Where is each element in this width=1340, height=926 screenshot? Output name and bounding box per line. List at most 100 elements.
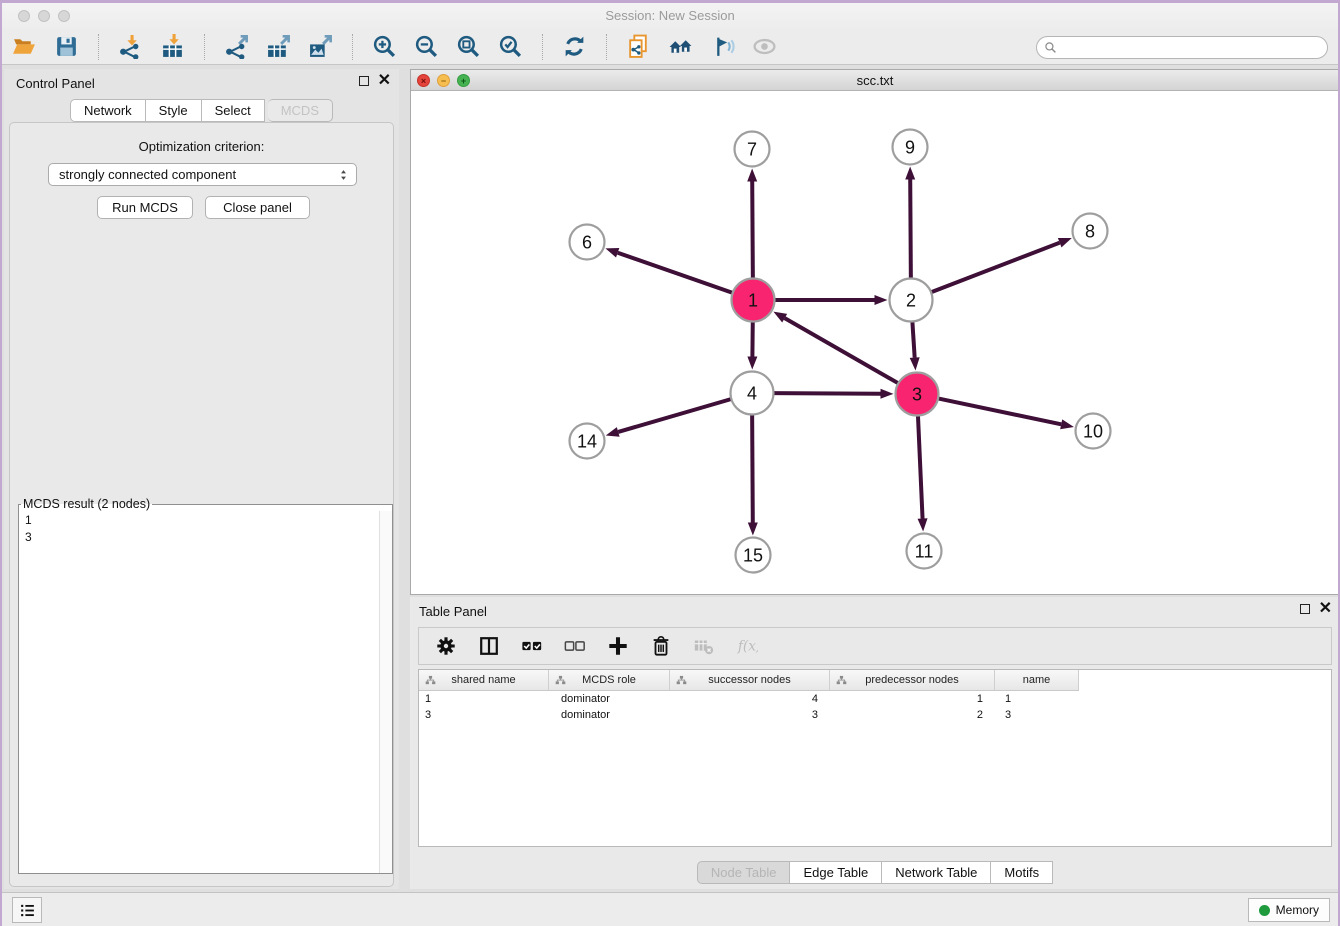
arrowhead-2-8 (1058, 238, 1072, 247)
tab-edge-table[interactable]: Edge Table (790, 861, 882, 884)
cell[interactable]: 3 (419, 707, 549, 723)
zoom-fit-icon[interactable] (454, 32, 483, 61)
save-icon[interactable] (52, 32, 81, 61)
edge-4-14[interactable] (618, 399, 731, 432)
edge-1-6[interactable] (618, 253, 733, 293)
arrowhead-2-3 (910, 357, 920, 370)
task-history-button[interactable] (12, 897, 42, 923)
cell[interactable]: 3 (670, 707, 830, 723)
edge-3-11[interactable] (918, 415, 923, 518)
window-titlebar: Session: New Session (2, 3, 1338, 29)
cell[interactable]: 1 (995, 691, 1079, 707)
delete-table-icon (689, 632, 718, 661)
node-label-6: 6 (582, 232, 592, 252)
tab-motifs[interactable]: Motifs (991, 861, 1053, 884)
column-header-MCDS-role[interactable]: MCDS role (549, 670, 670, 691)
tab-mcds[interactable]: MCDS (268, 99, 333, 122)
arrowhead-4-15 (748, 522, 758, 535)
column-header-shared-name[interactable]: shared name (419, 670, 549, 691)
unchecked-boxes-icon[interactable] (560, 632, 589, 661)
tab-select[interactable]: Select (202, 99, 265, 122)
search-input[interactable] (1057, 38, 1327, 57)
plus-icon[interactable] (603, 632, 632, 661)
edge-2-9[interactable] (910, 179, 911, 278)
edge-3-1[interactable] (785, 318, 899, 383)
cell[interactable]: 4 (670, 691, 830, 707)
table-panel: Table Panel ✕ shared nameMCDS rolesucces… (410, 597, 1340, 889)
toolbar-separator (352, 34, 353, 60)
arrowhead-4-14 (606, 427, 620, 437)
export-table-icon[interactable] (264, 32, 293, 61)
column-header-name[interactable]: name (995, 670, 1079, 691)
node-label-7: 7 (747, 139, 757, 159)
houses-icon[interactable] (666, 32, 695, 61)
export-network-icon[interactable] (222, 32, 251, 61)
network-window-titlebar: × − + scc.txt (411, 70, 1339, 91)
copy-network-icon[interactable] (624, 32, 653, 61)
table-body: 1dominator4113dominator323 (419, 691, 1331, 723)
network-canvas[interactable]: 7968124314101511 (411, 91, 1339, 594)
arrowhead-4-3 (880, 389, 893, 399)
edge-2-3[interactable] (912, 321, 914, 357)
refresh-icon[interactable] (560, 32, 589, 61)
zoom-in-icon[interactable] (370, 32, 399, 61)
result-scrollbar[interactable] (379, 511, 392, 873)
column-header-successor-nodes[interactable]: successor nodes (670, 670, 830, 691)
cell[interactable]: 1 (419, 691, 549, 707)
cell[interactable]: 2 (830, 707, 995, 723)
tab-network[interactable]: Network (70, 99, 146, 122)
control-panel-title: Control Panel (16, 76, 95, 91)
node-label-3: 3 (912, 384, 922, 404)
cell[interactable]: dominator (549, 691, 670, 707)
close-table-panel-icon[interactable]: ✕ (1319, 603, 1332, 615)
zoom-selected-icon[interactable] (496, 32, 525, 61)
mcds-result-node: 1 (25, 512, 386, 529)
edge-2-8[interactable] (931, 243, 1060, 293)
float-table-panel-icon[interactable] (1300, 604, 1310, 614)
search-box (1036, 36, 1328, 59)
edge-4-3[interactable] (773, 393, 880, 394)
cell[interactable]: dominator (549, 707, 670, 723)
function-icon (732, 632, 761, 661)
run-mcds-button[interactable]: Run MCDS (97, 196, 193, 219)
export-image-icon[interactable] (306, 32, 335, 61)
table-header-row: shared nameMCDS rolesuccessor nodesprede… (419, 670, 1331, 691)
node-label-14: 14 (577, 431, 597, 451)
edge-3-10[interactable] (938, 398, 1061, 424)
checked-boxes-icon[interactable] (517, 632, 546, 661)
gear-icon[interactable] (431, 632, 460, 661)
folder-open-icon[interactable] (10, 32, 39, 61)
criterion-value: strongly connected component (59, 167, 236, 182)
column-header-predecessor-nodes[interactable]: predecessor nodes (830, 670, 995, 691)
close-panel-button[interactable]: Close panel (205, 196, 310, 219)
import-table-icon[interactable] (158, 32, 187, 61)
tab-network-table[interactable]: Network Table (882, 861, 991, 884)
flag-icon[interactable] (708, 32, 737, 61)
memory-button[interactable]: Memory (1248, 898, 1330, 922)
criterion-select[interactable]: strongly connected component (48, 163, 357, 186)
table-toolbar (418, 627, 1332, 665)
close-panel-icon[interactable]: ✕ (378, 75, 391, 87)
table-row[interactable]: 3dominator323 (419, 707, 1331, 723)
eye-icon (750, 32, 779, 61)
mcds-result-box: MCDS result (2 nodes) 13 (18, 497, 393, 874)
edge-4-15[interactable] (752, 414, 753, 522)
network-view-window: × − + scc.txt 7968124314101511 (410, 69, 1340, 595)
edge-1-7[interactable] (752, 181, 753, 278)
list-icon (19, 902, 36, 919)
node-label-4: 4 (747, 383, 757, 403)
node-label-11: 11 (915, 541, 934, 561)
import-network-icon[interactable] (116, 32, 145, 61)
tree-icon (676, 675, 687, 686)
cell[interactable]: 3 (995, 707, 1079, 723)
split-columns-icon[interactable] (474, 632, 503, 661)
trash-icon[interactable] (646, 632, 675, 661)
tab-style[interactable]: Style (146, 99, 202, 122)
tab-node-table[interactable]: Node Table (697, 861, 791, 884)
zoom-out-icon[interactable] (412, 32, 441, 61)
table-row[interactable]: 1dominator411 (419, 691, 1331, 707)
node-label-2: 2 (906, 290, 916, 310)
cell[interactable]: 1 (830, 691, 995, 707)
table-panel-title: Table Panel (419, 604, 487, 619)
float-panel-icon[interactable] (359, 76, 369, 86)
